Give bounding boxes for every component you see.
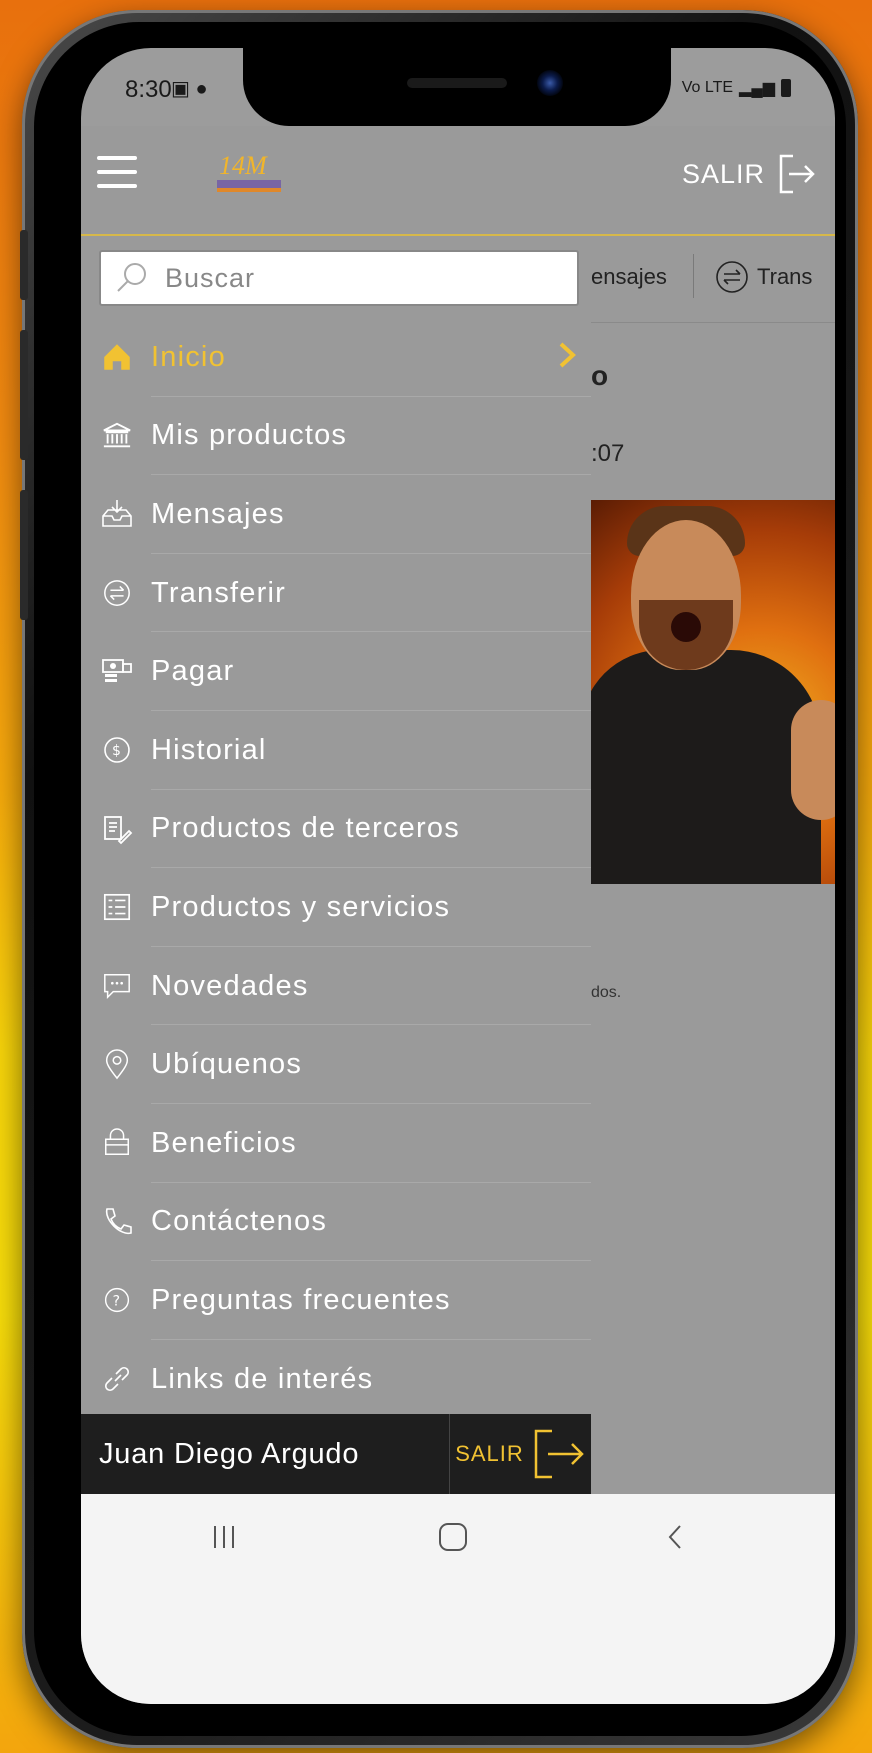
chat-icon [97, 966, 137, 1006]
menu-item-label: Inicio [151, 340, 226, 373]
app-bar: 14M SALIR [81, 126, 835, 236]
bag-icon [97, 1123, 137, 1163]
svg-text:14M: 14M [219, 151, 268, 180]
location-icon [97, 1045, 137, 1085]
menu-item-label: Novedades [151, 969, 309, 1002]
menu-item-productos-de-terceros[interactable]: Productos de terceros [81, 790, 591, 869]
battery-icon [781, 79, 791, 97]
status-time: 8:30 [125, 76, 172, 103]
exit-icon [779, 154, 815, 194]
menu-item-label: Mis productos [151, 419, 348, 452]
chevron-right-icon [559, 342, 576, 368]
menu-item-label: Mensajes [151, 497, 285, 530]
signal-icon: ▂▄▆ [739, 80, 775, 97]
quick-tabs: ensajes Trans [591, 234, 835, 323]
menu-item-label: Contáctenos [151, 1205, 328, 1238]
menu-item-label: Links de interés [151, 1362, 374, 1395]
pay-icon [97, 652, 137, 692]
menu-toggle-button[interactable] [97, 156, 137, 190]
exit-icon [534, 1429, 584, 1479]
bank-icon [97, 416, 137, 456]
home-icon [97, 337, 137, 377]
search-icon [117, 263, 146, 292]
inbox-icon [97, 494, 137, 534]
android-nav-bar [81, 1494, 835, 1704]
link-icon [97, 1359, 137, 1399]
menu-item-links-de-interés[interactable]: Links de interés [81, 1340, 591, 1419]
menu-item-label: Productos de terceros [151, 812, 460, 845]
third-party-icon [97, 809, 137, 849]
person-mouth [671, 612, 701, 642]
footer-logout-label: SALIR [455, 1441, 524, 1466]
menu-item-label: Pagar [151, 655, 235, 688]
phone-icon [97, 1202, 137, 1242]
notch [243, 48, 671, 126]
menu-item-inicio[interactable]: Inicio [81, 318, 591, 397]
person-arm [791, 700, 835, 820]
menu-item-preguntas-frecuentes[interactable]: ? Preguntas frecuentes [81, 1261, 591, 1340]
transfer-icon [716, 261, 748, 293]
menu-item-pagar[interactable]: Pagar [81, 632, 591, 711]
network-label: Vo LTE [681, 79, 734, 96]
drawer-footer: Juan Diego Argudo SALIR [81, 1414, 591, 1494]
list-icon [97, 887, 137, 927]
menu-item-label: Ubíquenos [151, 1048, 303, 1081]
footer-note: dos. [591, 984, 622, 1001]
logout-label: SALIR [681, 158, 765, 189]
phone-side-button [20, 230, 28, 300]
menu-item-label: Preguntas frecuentes [151, 1283, 451, 1316]
menu-item-mis-productos[interactable]: Mis productos [81, 397, 591, 476]
menu-item-label: Transferir [151, 576, 286, 609]
footer-logout-button[interactable]: SALIR [450, 1414, 591, 1494]
brand-logo: 14M [217, 151, 281, 192]
menu-item-label: Historial [151, 733, 267, 766]
navigation-drawer: Inicio Mis productos Mensajes Transferir Pag… [81, 236, 591, 1494]
person-body [591, 650, 821, 884]
menu-list: Inicio Mis productos Mensajes Transferir Pag… [81, 318, 591, 1494]
question-icon: ? [97, 1280, 137, 1320]
phone-volume-up [20, 330, 28, 460]
search-box[interactable] [99, 250, 579, 306]
menu-item-beneficios[interactable]: Beneficios [81, 1104, 591, 1183]
menu-item-historial[interactable]: $ Historial [81, 711, 591, 790]
phone-screen: 8:30 ▣ ● Vo LTE ▂▄▆ 14M SALIR ensajes Tr… [81, 48, 835, 1704]
home-button[interactable] [437, 1522, 469, 1552]
logout-button[interactable]: SALIR [682, 154, 815, 194]
user-name: Juan Diego Argudo [81, 1414, 450, 1494]
tab-transfer-label: Trans [757, 264, 813, 289]
menu-item-label: Beneficios [151, 1126, 297, 1159]
menu-item-ubíquenos[interactable]: Ubíquenos [81, 1025, 591, 1104]
last-access-time: :07 [591, 440, 625, 467]
svg-text:$: $ [112, 743, 121, 759]
menu-item-transferir[interactable]: Transferir [81, 554, 591, 633]
speaker [407, 78, 507, 88]
home-content-background: ensajes Trans o :07 dos. [591, 234, 835, 1494]
back-button[interactable] [665, 1522, 685, 1552]
tab-messages[interactable]: ensajes [591, 264, 667, 290]
transfer-icon [97, 573, 137, 613]
tab-divider [693, 254, 694, 298]
greeting-title: o [591, 360, 609, 391]
menu-item-novedades[interactable]: Novedades [81, 947, 591, 1026]
history-icon: $ [97, 730, 137, 770]
promo-banner[interactable] [591, 500, 835, 884]
svg-text:?: ? [113, 1294, 120, 1310]
menu-item-mensajes[interactable]: Mensajes [81, 475, 591, 554]
menu-item-contáctenos[interactable]: Contáctenos [81, 1183, 591, 1262]
menu-item-productos-y-servicios[interactable]: Productos y servicios [81, 868, 591, 947]
search-input[interactable] [163, 261, 557, 295]
recent-apps-button[interactable] [209, 1522, 239, 1552]
status-signal-icons: Vo LTE ▂▄▆ [682, 78, 791, 98]
tab-transfer[interactable]: Trans [715, 260, 812, 294]
menu-item-label: Productos y servicios [151, 890, 451, 923]
camera [537, 70, 563, 96]
status-notification-icons: ▣ ● [171, 78, 208, 100]
phone-volume-down [20, 490, 28, 620]
